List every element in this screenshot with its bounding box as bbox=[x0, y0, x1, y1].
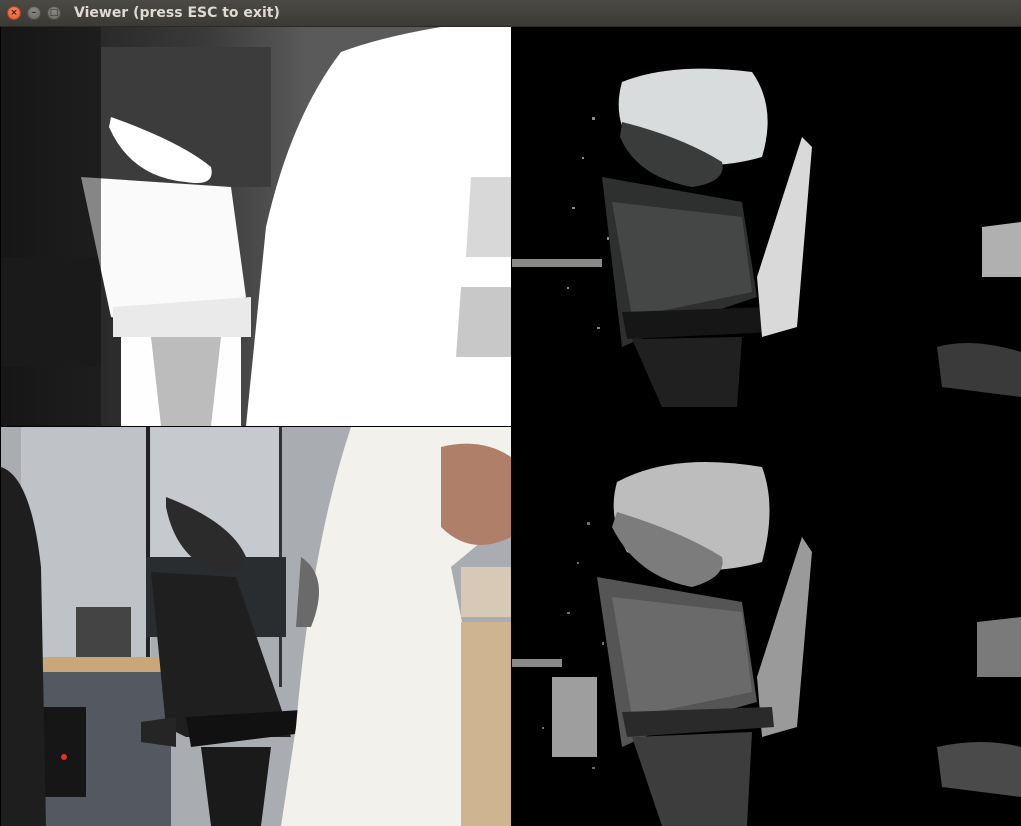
window-titlebar[interactable]: × – □ Viewer (press ESC to exit) bbox=[0, 0, 1021, 27]
depth-frame-image bbox=[512, 427, 1021, 826]
infrared-frame-pane bbox=[1, 27, 511, 426]
infrared-frame-image bbox=[1, 27, 511, 426]
window-title: Viewer (press ESC to exit) bbox=[74, 5, 280, 21]
registered-frame-image bbox=[512, 27, 1021, 426]
close-window-button[interactable]: × bbox=[7, 6, 21, 20]
depth-frame-pane bbox=[512, 427, 1021, 826]
registered-frame-pane bbox=[512, 27, 1021, 426]
minimize-window-button[interactable]: – bbox=[27, 6, 41, 20]
color-frame-image bbox=[1, 427, 511, 826]
color-frame-pane bbox=[1, 427, 511, 826]
maximize-window-button[interactable]: □ bbox=[47, 6, 61, 20]
